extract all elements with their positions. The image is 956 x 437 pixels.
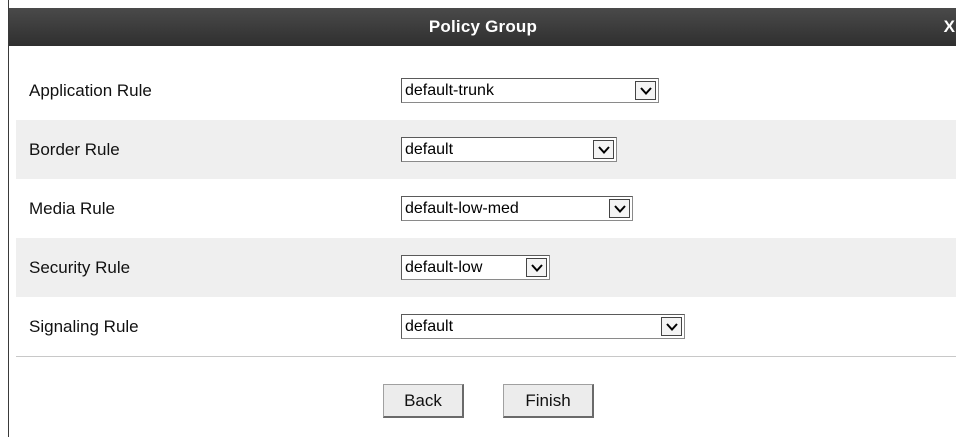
chevron-down-icon[interactable] (661, 317, 682, 336)
application-rule-label: Application Rule (29, 81, 152, 100)
rules-table: Application Rule default-trunk Border Ru… (16, 61, 956, 357)
rule-row-signaling: Signaling Rule default (16, 297, 956, 356)
rule-row-media: Media Rule default-low-med (16, 179, 956, 238)
signaling-rule-label: Signaling Rule (29, 317, 139, 336)
signaling-rule-select[interactable]: default (401, 314, 685, 339)
media-rule-value: default-low-med (405, 200, 519, 217)
rule-row-border: Border Rule default (16, 120, 956, 179)
security-rule-label: Security Rule (29, 258, 131, 277)
chevron-down-icon[interactable] (526, 258, 547, 277)
media-rule-label: Media Rule (29, 199, 115, 218)
close-button[interactable]: X (944, 8, 955, 46)
security-rule-value: default-low (405, 259, 483, 276)
chevron-down-icon[interactable] (635, 81, 656, 100)
security-rule-select[interactable]: default-low (401, 255, 550, 280)
chevron-down-icon[interactable] (593, 140, 614, 159)
finish-button[interactable]: Finish (503, 384, 594, 418)
media-rule-select[interactable]: default-low-med (401, 196, 633, 221)
dialog-titlebar: Policy Group X (9, 8, 956, 46)
dialog-title: Policy Group (428, 17, 538, 36)
border-rule-label: Border Rule (29, 140, 120, 159)
border-rule-value: default (405, 141, 454, 158)
border-rule-select[interactable]: default (401, 137, 617, 162)
signaling-rule-value: default (405, 318, 454, 335)
back-button[interactable]: Back (383, 384, 464, 418)
application-rule-value: default-trunk (405, 82, 494, 99)
application-rule-select[interactable]: default-trunk (401, 78, 659, 103)
rule-row-application: Application Rule default-trunk (16, 61, 956, 120)
chevron-down-icon[interactable] (609, 199, 630, 218)
rule-row-security: Security Rule default-low (16, 238, 956, 297)
